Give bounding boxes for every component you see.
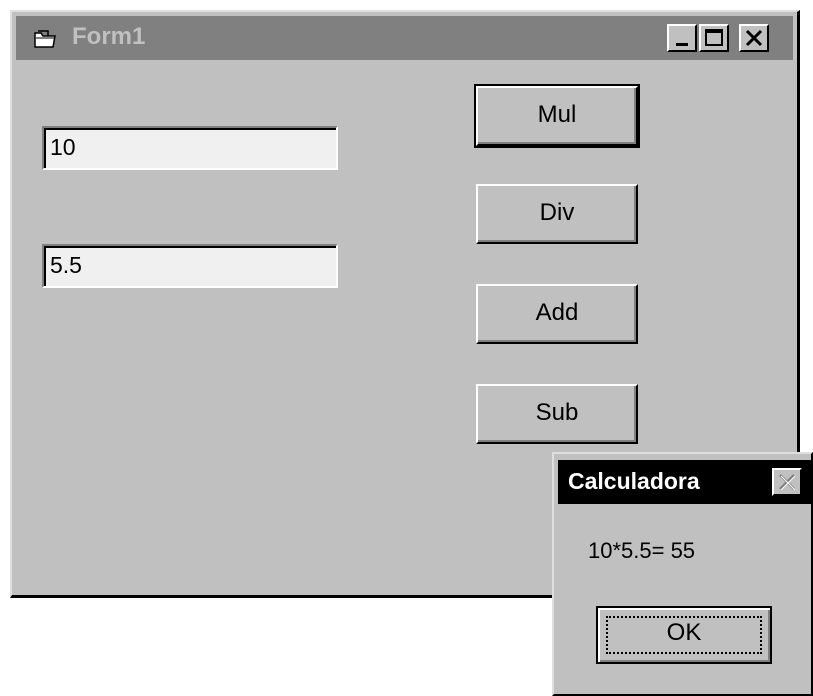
window-title: Form1 bbox=[72, 23, 146, 50]
dialog-titlebar[interactable]: Calculadora bbox=[558, 460, 811, 504]
close-button[interactable] bbox=[739, 24, 769, 52]
ok-button-label: OK bbox=[666, 619, 702, 646]
div-button[interactable]: Div bbox=[476, 184, 638, 244]
form-icon[interactable] bbox=[32, 28, 58, 50]
calculadora-dialog: Calculadora 10*5.5= 55 OK bbox=[552, 452, 813, 696]
ok-button[interactable]: OK bbox=[596, 606, 772, 664]
maximize-icon bbox=[705, 29, 723, 46]
first-number-input[interactable]: 10 bbox=[42, 126, 338, 170]
dialog-close-button[interactable] bbox=[772, 468, 802, 496]
second-number-input[interactable]: 5.5 bbox=[42, 244, 338, 288]
close-icon bbox=[745, 29, 763, 47]
close-icon bbox=[779, 474, 796, 491]
dialog-title: Calculadora bbox=[568, 468, 700, 494]
form1-titlebar[interactable]: Form1 bbox=[16, 16, 793, 60]
maximize-button[interactable] bbox=[699, 24, 729, 52]
add-button[interactable]: Add bbox=[476, 284, 638, 344]
minimize-icon bbox=[676, 43, 688, 46]
dialog-message: 10*5.5= 55 bbox=[588, 538, 696, 563]
mul-button[interactable]: Mul bbox=[474, 84, 640, 148]
sub-button[interactable]: Sub bbox=[476, 384, 638, 444]
minimize-button[interactable] bbox=[667, 24, 697, 52]
